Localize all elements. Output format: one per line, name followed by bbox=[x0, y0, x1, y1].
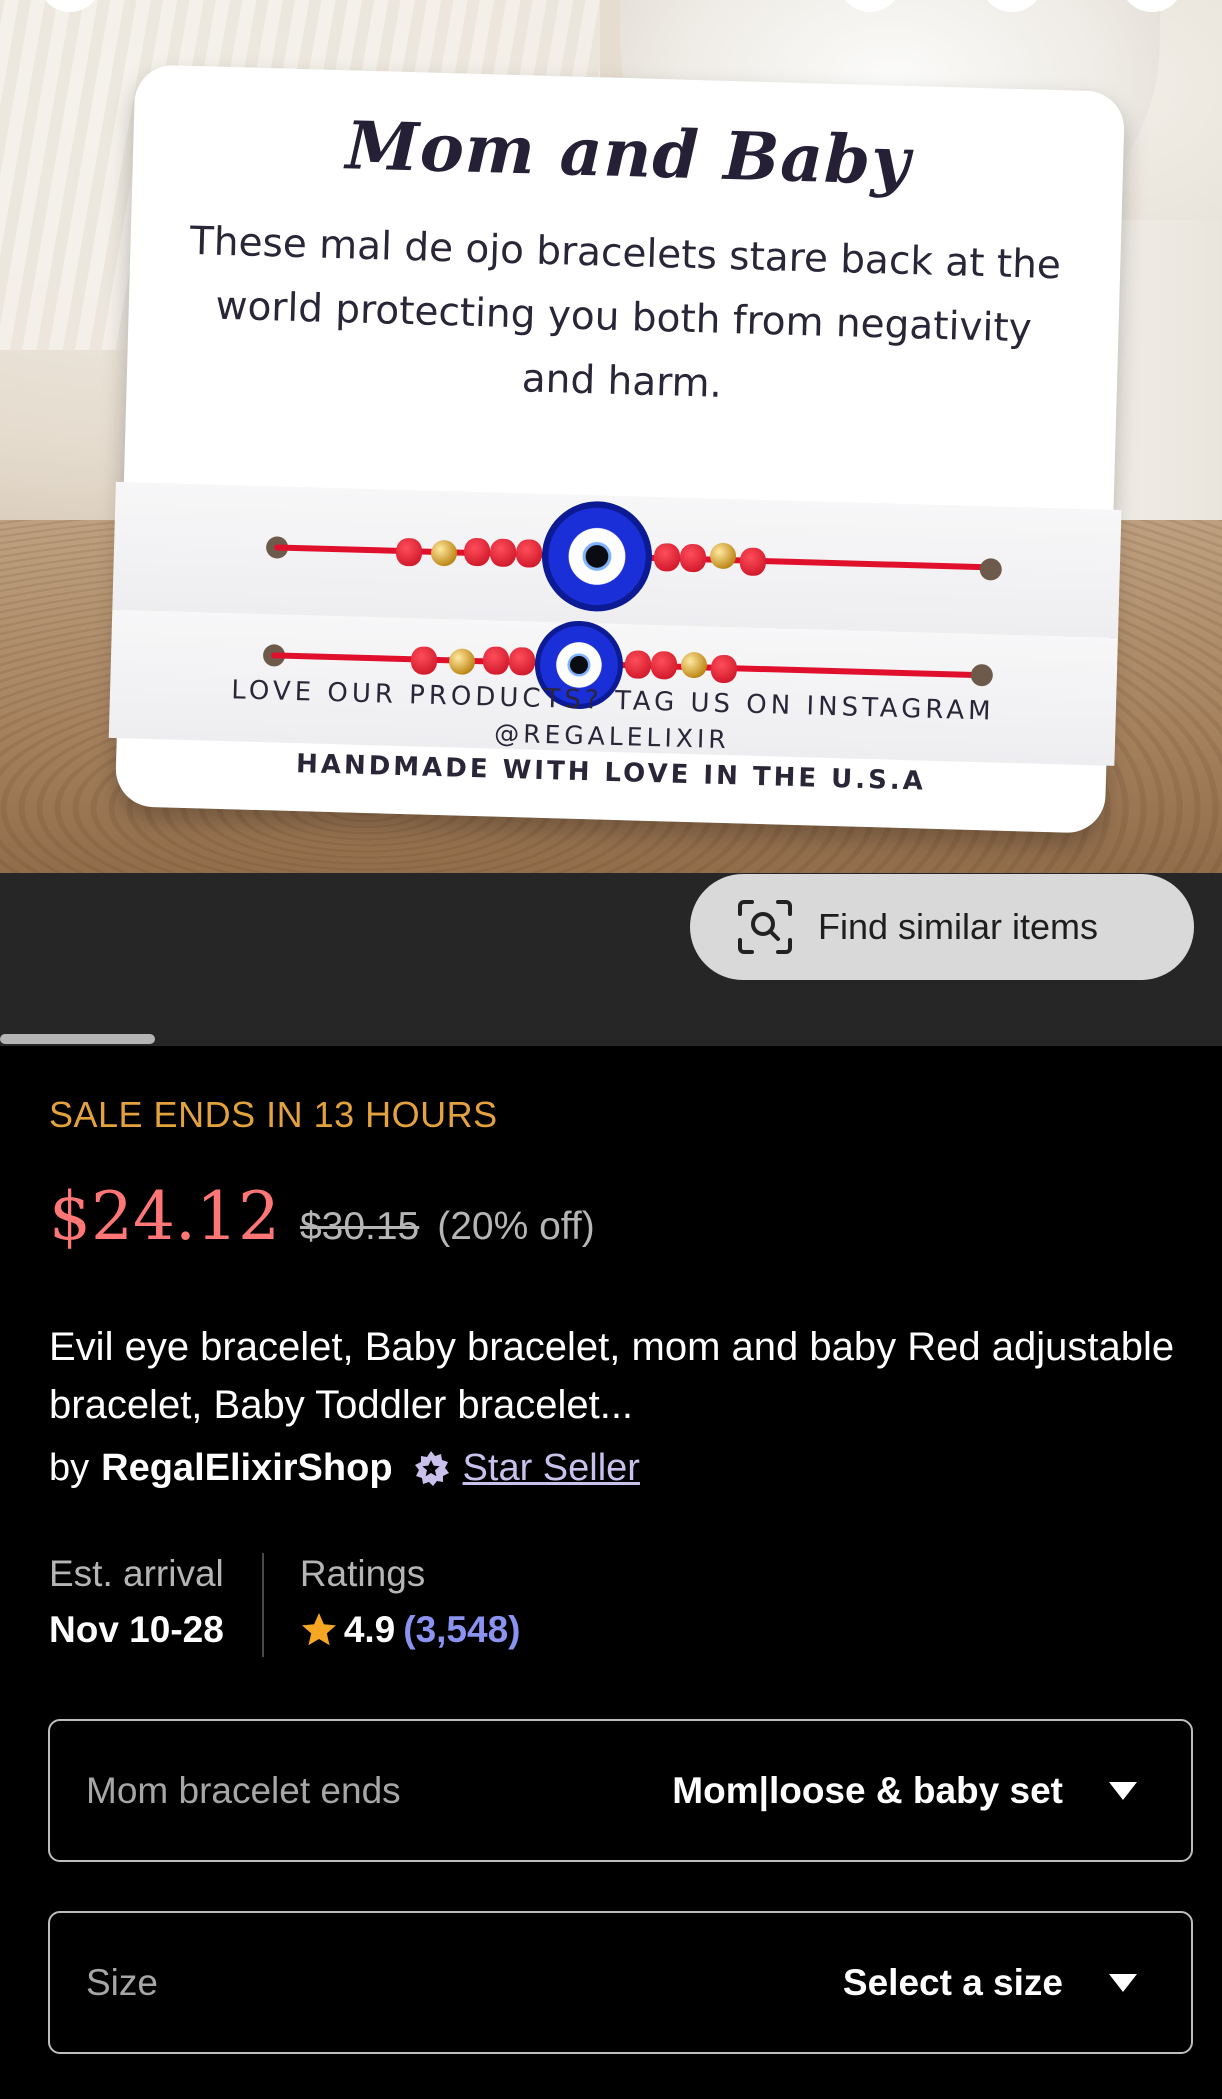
sale-banner: SALE ENDS IN 13 HOURS bbox=[49, 1094, 498, 1135]
star-seller-badge-icon bbox=[414, 1450, 449, 1486]
ratings-info[interactable]: Ratings 4.9 (3,548) bbox=[300, 1553, 521, 1661]
gold-bead bbox=[709, 542, 737, 570]
find-similar-items-label: Find similar items bbox=[818, 906, 1099, 947]
product-title[interactable]: Evil eye bracelet, Baby bracelet, mom an… bbox=[49, 1318, 1189, 1434]
mom-bracelet-ends-select[interactable]: Mom bracelet ends Mom|loose & baby set bbox=[48, 1719, 1193, 1862]
dropdown-caret-icon bbox=[1109, 1781, 1137, 1800]
select-value: Select a size bbox=[842, 1961, 1063, 2003]
cord-end bbox=[970, 663, 994, 687]
red-knot bbox=[515, 539, 543, 568]
card-text: These mal de ojo bracelets stare back at… bbox=[189, 218, 1062, 407]
red-knot bbox=[739, 547, 767, 577]
ratings-label: Ratings bbox=[299, 1553, 426, 1594]
star-seller-link[interactable]: Star Seller bbox=[463, 1447, 640, 1490]
red-knot bbox=[410, 646, 438, 675]
by-label: by bbox=[49, 1447, 90, 1489]
gold-bead bbox=[430, 539, 458, 567]
card-title: Mom and Baby bbox=[344, 106, 912, 200]
ratings-value: 4.9 (3,548) bbox=[300, 1609, 520, 1651]
cord-end bbox=[979, 558, 1003, 581]
red-knot bbox=[624, 650, 652, 679]
rating-count-link[interactable]: (3,548) bbox=[403, 1609, 520, 1651]
red-knot bbox=[679, 543, 707, 573]
current-price: $24.12 bbox=[49, 1178, 280, 1255]
arrival-info: Est. arrival Nov 10-28 bbox=[49, 1553, 224, 1661]
red-knot bbox=[482, 646, 510, 675]
red-knot bbox=[650, 650, 678, 680]
vertical-divider bbox=[261, 1553, 264, 1657]
red-knot bbox=[508, 646, 536, 676]
delivery-ratings-row: Est. arrival Nov 10-28 Ratings 4.9 (3,54… bbox=[49, 1553, 520, 1661]
red-knot bbox=[710, 654, 738, 684]
image-carousel-scrollbar[interactable] bbox=[0, 1034, 155, 1044]
arrival-label: Est. arrival bbox=[49, 1553, 224, 1594]
red-knot bbox=[395, 537, 423, 567]
red-knot bbox=[463, 537, 491, 567]
arrival-value: Nov 10-28 bbox=[49, 1609, 224, 1650]
gold-bead bbox=[448, 648, 476, 676]
price-row: $24.12 $30.15 (20% off) bbox=[49, 1178, 595, 1255]
find-similar-items-button[interactable]: Find similar items bbox=[690, 874, 1194, 980]
red-knot bbox=[653, 542, 681, 572]
product-card: Mom and Baby These mal de ojo bracelets … bbox=[108, 64, 1126, 834]
gold-bead bbox=[680, 651, 708, 679]
seller-row: by RegalElixirShop Star Seller bbox=[49, 1447, 640, 1490]
dropdown-caret-icon bbox=[1109, 1973, 1137, 1992]
product-image[interactable]: Mom and Baby These mal de ojo bracelets … bbox=[0, 0, 1222, 873]
evil-eye-bead bbox=[540, 499, 654, 613]
rating-score: 4.9 bbox=[343, 1609, 396, 1650]
select-label: Size bbox=[86, 1961, 158, 2003]
original-price: $30.15 bbox=[299, 1205, 420, 1248]
red-knot bbox=[489, 538, 517, 568]
shop-name-link[interactable]: RegalElixirShop bbox=[101, 1447, 392, 1490]
star-icon bbox=[301, 1613, 336, 1646]
discount-label: (20% off) bbox=[437, 1205, 595, 1248]
image-search-icon bbox=[738, 900, 792, 954]
select-value: Mom|loose & baby set bbox=[672, 1769, 1063, 1811]
size-select[interactable]: Size Select a size bbox=[48, 1911, 1193, 2054]
select-label: Mom bracelet ends bbox=[86, 1769, 401, 1811]
